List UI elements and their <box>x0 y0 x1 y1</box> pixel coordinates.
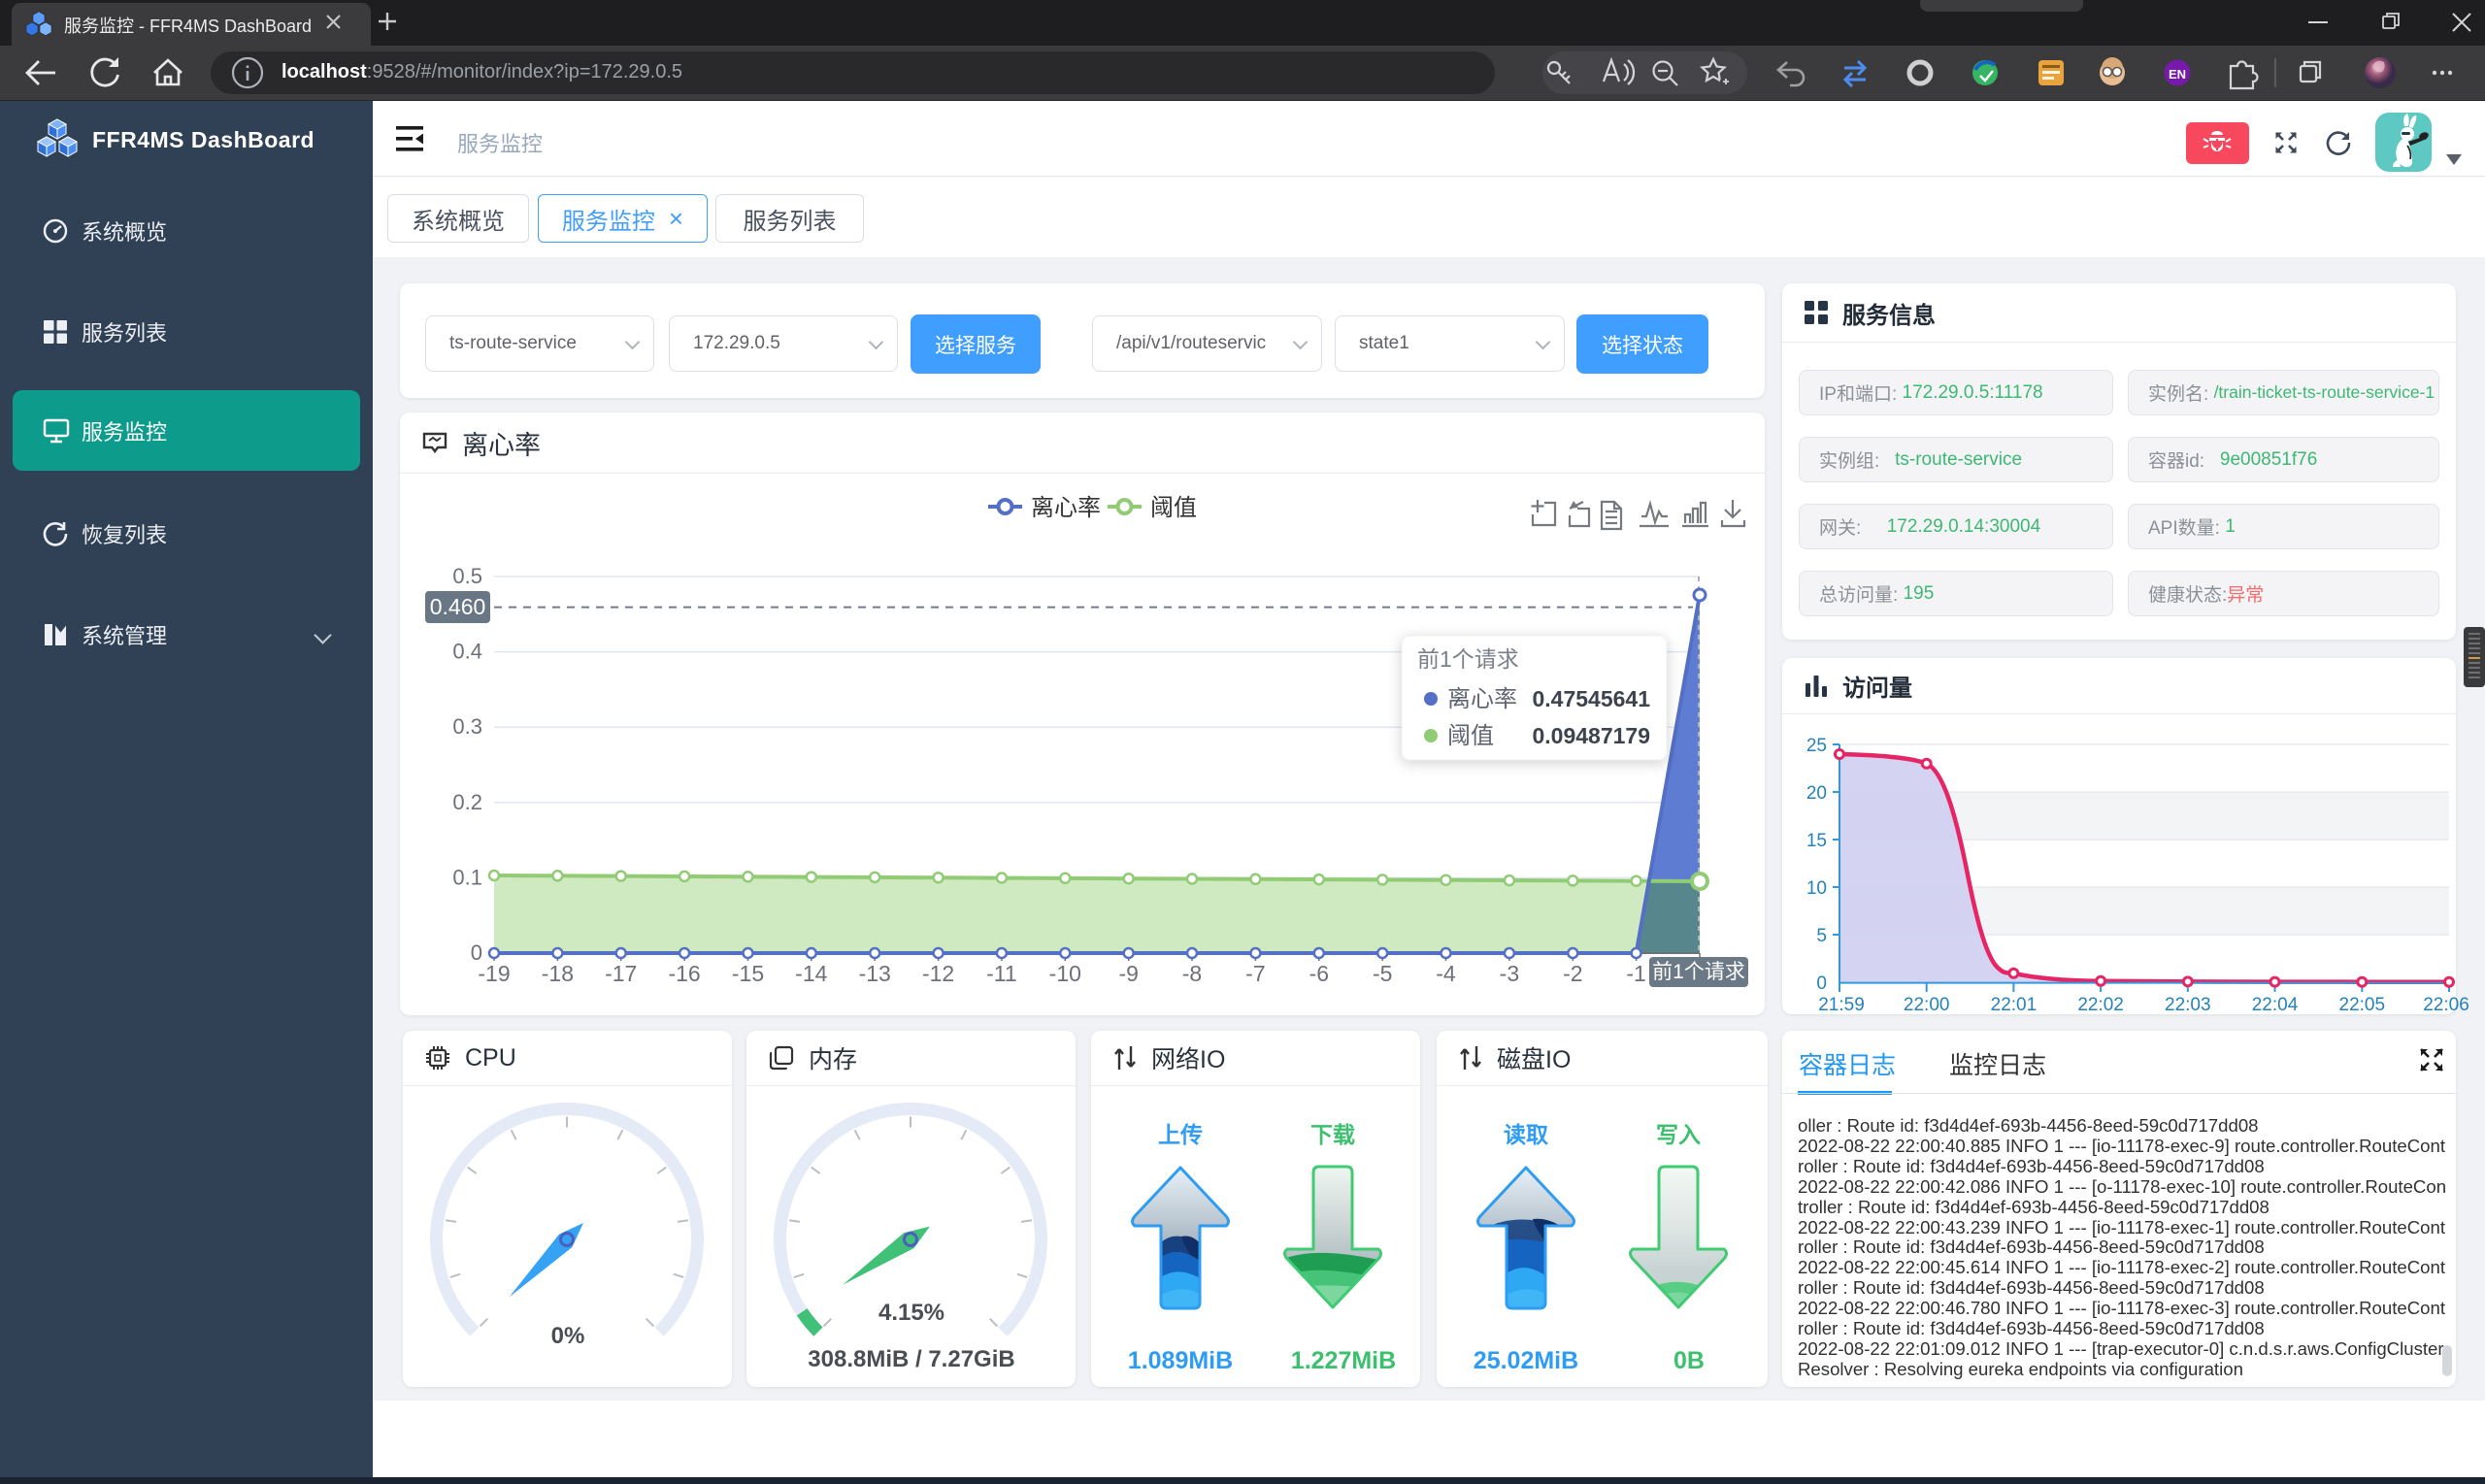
svg-text:22:06: 22:06 <box>2423 995 2469 1014</box>
svg-text:-12: -12 <box>922 961 954 986</box>
svg-text:20: 20 <box>1806 783 1827 804</box>
svg-text:-3: -3 <box>1500 961 1519 986</box>
svg-text:0.5: 0.5 <box>452 564 482 588</box>
svg-text:阈值: 阈值 <box>1150 495 1197 521</box>
svg-text:-11: -11 <box>986 961 1017 986</box>
svg-text:-4: -4 <box>1436 961 1456 986</box>
svg-text:-8: -8 <box>1182 961 1202 986</box>
svg-text:-6: -6 <box>1309 961 1329 986</box>
svg-text:10: 10 <box>1806 878 1827 899</box>
svg-text:-13: -13 <box>859 961 891 986</box>
svg-text:离心率: 离心率 <box>1447 686 1517 712</box>
svg-text:-15: -15 <box>732 961 764 986</box>
svg-text:21:59: 21:59 <box>1818 995 1865 1014</box>
svg-text:阈值: 阈值 <box>1447 723 1494 749</box>
svg-text:前1个请求: 前1个请求 <box>1417 646 1519 672</box>
svg-text:22:01: 22:01 <box>1991 995 2038 1014</box>
svg-text:0.4: 0.4 <box>452 640 482 664</box>
svg-text:22:02: 22:02 <box>2077 995 2124 1014</box>
svg-text:22:03: 22:03 <box>2165 995 2211 1014</box>
svg-text:-9: -9 <box>1118 961 1138 986</box>
svg-text:0: 0 <box>1816 973 1827 994</box>
svg-text:0.47545641: 0.47545641 <box>1532 686 1650 711</box>
svg-text:前1个请求: 前1个请求 <box>1652 961 1745 983</box>
svg-text:22:05: 22:05 <box>2339 995 2386 1014</box>
svg-text:-5: -5 <box>1373 961 1392 986</box>
svg-text:15: 15 <box>1806 831 1827 851</box>
svg-text:0: 0 <box>471 940 482 965</box>
svg-text:0.09487179: 0.09487179 <box>1532 723 1650 748</box>
svg-text:-1: -1 <box>1626 961 1645 986</box>
svg-text:25: 25 <box>1806 736 1827 756</box>
svg-text:-2: -2 <box>1563 961 1582 986</box>
svg-text:-17: -17 <box>605 961 637 986</box>
svg-text:-19: -19 <box>478 961 510 986</box>
svg-text:22:00: 22:00 <box>1904 995 1950 1014</box>
svg-text:22:04: 22:04 <box>2252 995 2299 1014</box>
svg-text:0.460: 0.460 <box>430 594 486 619</box>
svg-text:-7: -7 <box>1245 961 1265 986</box>
svg-text:-18: -18 <box>542 961 574 986</box>
svg-text:离心率: 离心率 <box>1031 495 1101 521</box>
svg-text:-14: -14 <box>795 961 827 986</box>
svg-text:EN: EN <box>2169 67 2186 82</box>
svg-text:-10: -10 <box>1049 961 1081 986</box>
svg-text:0.1: 0.1 <box>452 865 482 889</box>
svg-text:-16: -16 <box>668 961 700 986</box>
svg-text:0.2: 0.2 <box>452 790 482 814</box>
svg-text:0.3: 0.3 <box>452 714 482 739</box>
svg-text:5: 5 <box>1816 926 1827 946</box>
